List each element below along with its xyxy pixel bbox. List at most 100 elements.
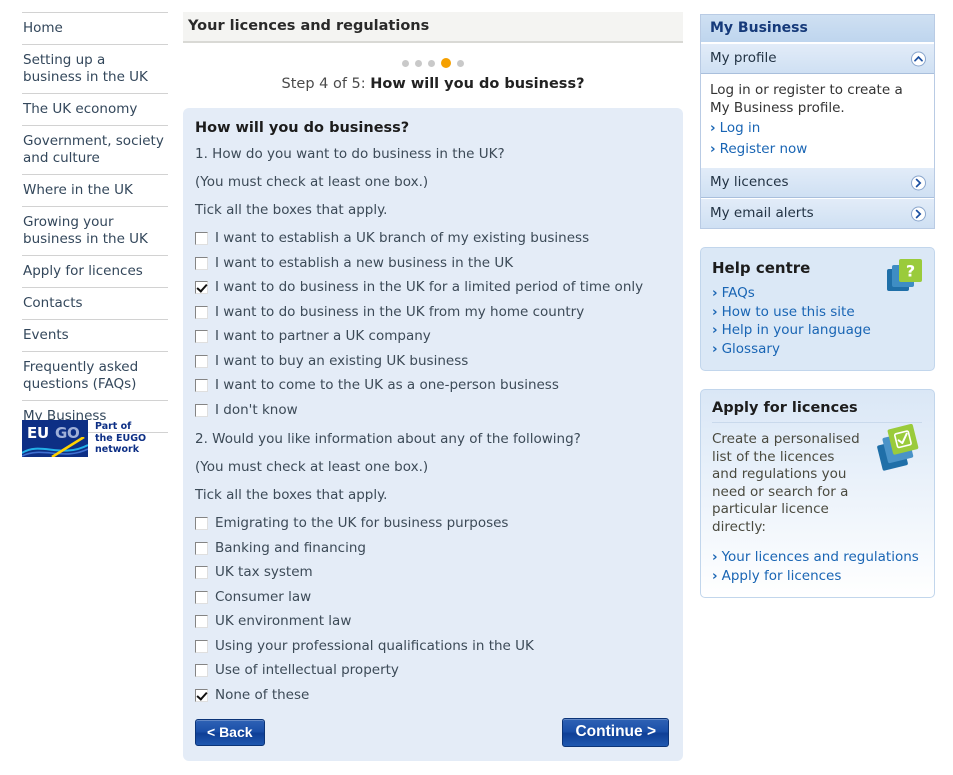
question-1-must-check: (You must check at least one box.) [195,174,429,190]
checkbox-row[interactable]: Banking and financing [195,540,669,558]
checkbox-row[interactable]: I don't know [195,402,669,420]
checkbox-icon[interactable] [195,664,208,677]
step-title: How will you do business? [370,76,585,92]
eugo-logo-mark: EU GO [22,420,88,457]
chevron-up-icon[interactable] [911,51,926,66]
checkbox-label: I want to come to the UK as a one-person… [215,377,559,393]
sidebar-item-contacts[interactable]: Contacts [22,287,168,319]
apply-for-licences-description: Create a personalised list of the licenc… [712,431,860,535]
help-question-cards-icon: ? [887,259,922,291]
checkbox-row[interactable]: Use of intellectual property [195,662,669,680]
login-link[interactable]: Log in [710,119,924,138]
checkbox-row[interactable]: UK tax system [195,564,669,582]
checkbox-row[interactable]: Using your professional qualifications i… [195,638,669,656]
accordion-item-my-email-alerts[interactable]: My email alerts [701,198,934,228]
glossary-link[interactable]: Glossary [712,340,922,359]
checkbox-label: UK tax system [215,564,313,580]
step-dot-1 [402,59,409,67]
sidebar-item-apply-for-licences[interactable]: Apply for licences [22,255,168,287]
checkbox-label: Emigrating to the UK for business purpos… [215,515,509,531]
checkbox-icon[interactable] [195,639,208,653]
right-sidebar: My Business My profile Log in or registe… [700,14,935,598]
step-label: Step 4 of 5: How will you do business? [183,76,683,92]
form-panel-title: How will you do business? [195,120,410,136]
sidebar-item-government-society-culture[interactable]: Government, society and culture [22,125,168,174]
checkbox-icon[interactable] [195,566,208,579]
checkbox-label: UK environment law [215,613,352,629]
checkbox-row[interactable]: I want to establish a new business in th… [195,255,669,273]
checkbox-icon[interactable] [195,305,208,319]
step-dot-4-active [441,58,451,68]
register-now-link[interactable]: Register now [710,140,924,159]
checkbox-label: Banking and financing [215,539,366,556]
sidebar-item-growing-your-business[interactable]: Growing your business in the UK [22,206,168,255]
step-dot-3 [428,59,435,67]
form-actions: < Back Continue > [195,718,669,747]
checkbox-label: I want to buy an existing UK business [215,352,469,369]
checkbox-icon[interactable] [195,541,208,555]
form-panel: How will you do business? 1. How do you … [183,108,683,761]
chevron-right-icon[interactable] [911,175,926,190]
checkbox-label: I want to establish a UK branch of my ex… [215,230,590,246]
checkbox-row[interactable]: I want to buy an existing UK business [195,353,669,371]
checkbox-row[interactable]: I want to do business in the UK for a li… [195,279,669,297]
checkbox-label: I want to establish a new business in th… [215,254,514,271]
continue-button[interactable]: Continue > [562,718,669,747]
checkbox-row[interactable]: I want to partner a UK company [195,328,669,346]
back-button[interactable]: < Back [195,719,265,746]
step-dots [183,57,683,69]
question-2-options: Emigrating to the UK for business purpos… [195,515,669,704]
checkbox-icon[interactable] [195,354,208,368]
accordion-item-my-licences[interactable]: My licences [701,167,934,198]
checkbox-icon[interactable] [195,517,208,530]
checkbox-label: None of these [215,686,310,703]
checkbox-label: I want to do business in the UK from my … [215,303,585,320]
chevron-right-icon[interactable] [911,206,926,221]
checkbox-icon-checked[interactable] [195,281,208,294]
my-business-panel: My Business My profile Log in or registe… [700,14,935,229]
step-prefix: Step 4 of 5: [281,76,371,92]
sidebar-item-faqs[interactable]: Frequently asked questions (FAQs) [22,351,168,400]
checkbox-icon[interactable] [195,615,208,628]
sidebar-item-home[interactable]: Home [22,12,168,44]
sidebar-item-where-in-the-uk[interactable]: Where in the UK [22,174,168,206]
checkbox-row[interactable]: I want to establish a UK branch of my ex… [195,230,669,248]
checklist-cards-icon [877,424,919,471]
help-in-your-language-link[interactable]: Help in your language [712,321,922,340]
svg-text:?: ? [906,262,915,281]
checkbox-icon-checked[interactable] [195,688,208,702]
sidebar-item-uk-economy[interactable]: The UK economy [22,93,168,125]
sidebar-item-setting-up-a-business[interactable]: Setting up a business in the UK [22,44,168,93]
checkbox-label: I don't know [215,401,298,418]
accordion-label: My profile [710,50,777,66]
checkbox-icon[interactable] [195,330,208,343]
checkbox-icon[interactable] [195,379,208,392]
apply-for-licences-link[interactable]: Apply for licences [712,567,922,586]
checkbox-label: Using your professional qualifications i… [215,637,534,654]
help-centre-panel: ? Help centre FAQs How to use this site … [700,247,935,371]
accordion-label: My licences [710,174,789,190]
checkbox-icon[interactable] [195,403,208,417]
apply-for-licences-panel: Apply for licences Create a personalised… [700,389,935,598]
checkbox-icon[interactable] [195,256,208,270]
checkbox-icon[interactable] [195,590,208,604]
checkbox-row[interactable]: I want to come to the UK as a one-person… [195,377,669,395]
checkbox-row[interactable]: Consumer law [195,589,669,607]
checkbox-row[interactable]: None of these [195,687,669,705]
checkbox-label: I want to partner a UK company [215,328,431,344]
main-content: Your licences and regulations Step 4 of … [183,12,683,761]
your-licences-and-regulations-link[interactable]: Your licences and regulations [712,548,922,567]
question-1-options: I want to establish a UK branch of my ex… [195,230,669,419]
checkbox-icon[interactable] [195,232,208,245]
question-2-tick-all: Tick all the boxes that apply. [195,487,388,503]
checkbox-row[interactable]: Emigrating to the UK for business purpos… [195,515,669,533]
step-indicator-area: Step 4 of 5: How will you do business? [183,43,683,102]
checkbox-label: Use of intellectual property [215,662,399,678]
how-to-use-this-site-link[interactable]: How to use this site [712,303,922,322]
page-title: Your licences and regulations [183,12,683,43]
accordion-item-my-profile[interactable]: My profile [701,43,934,74]
sidebar-item-events[interactable]: Events [22,319,168,351]
checkbox-row[interactable]: UK environment law [195,613,669,631]
apply-for-licences-title: Apply for licences [712,400,922,423]
checkbox-row[interactable]: I want to do business in the UK from my … [195,304,669,322]
